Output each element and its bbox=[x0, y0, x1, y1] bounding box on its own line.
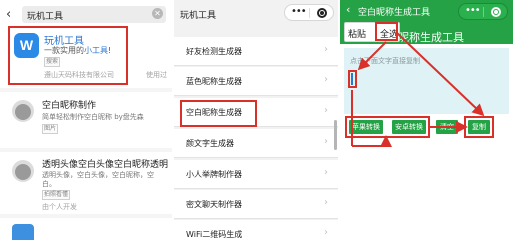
result-avatar-icon bbox=[12, 160, 34, 182]
result-tag: 拍照看懂 bbox=[42, 190, 71, 200]
chevron-right-icon: › bbox=[324, 167, 328, 178]
result-name[interactable]: 空白昵称制作 bbox=[42, 98, 96, 111]
result-app-icon bbox=[12, 224, 34, 240]
result-desc: 透明头像，空白头像，空白昵称，空 bbox=[42, 171, 154, 179]
result-card[interactable]: 空白昵称制作 简单轻松制作空白昵称 by盘先森 图片 bbox=[0, 92, 172, 148]
result-avatar-icon bbox=[12, 100, 34, 122]
arrow-to-cursor bbox=[357, 41, 387, 71]
generator-panel: ‹ 空白昵称生成工具 ••• 昵称生成工具 粘贴 全选 点击下面文字直接复制 苹… bbox=[340, 0, 513, 240]
result-card[interactable]: 透明头像空白头像空白昵称透明 透明头像，空白头像，空白昵称，空 白。 拍照看懂 … bbox=[0, 152, 172, 214]
capsule-divider bbox=[309, 8, 310, 18]
scrollbar[interactable] bbox=[334, 120, 337, 150]
list-item[interactable]: 颜文字生成器 › bbox=[174, 129, 338, 158]
list-item-label: 小人举牌制作器 bbox=[186, 170, 242, 179]
search-input[interactable]: 玩机工具 ✕ bbox=[22, 6, 166, 23]
list-item[interactable]: 好友检测生成器 › bbox=[174, 37, 338, 66]
tool-list-panel: 玩机工具 ••• 好友检测生成器 › 蓝色昵称生成器 › 空白昵称生成器 › 颜… bbox=[174, 0, 338, 240]
chevron-right-icon: › bbox=[324, 136, 328, 147]
list-item-label: 好友检测生成器 bbox=[186, 47, 242, 56]
chevron-right-icon: › bbox=[324, 227, 328, 238]
list-item[interactable]: WiFi二维码生成 › bbox=[174, 220, 338, 240]
result-tag: 图片 bbox=[42, 124, 59, 134]
top-result-used-label: 使用过 bbox=[146, 71, 167, 79]
annotation-arrows bbox=[351, 31, 485, 147]
arrow-select-all-to-copy bbox=[395, 31, 485, 117]
chevron-right-icon: › bbox=[324, 197, 328, 208]
highlight-box-blank-nickname bbox=[180, 100, 257, 127]
result-card[interactable] bbox=[0, 218, 172, 240]
list-item-label: 密文聊天制作器 bbox=[186, 200, 242, 209]
list-item[interactable]: 密文聊天制作器 › bbox=[174, 190, 338, 219]
result-desc: 简单轻松制作空白昵称 by盘先森 bbox=[42, 113, 144, 121]
result-desc-line2: 白。 bbox=[42, 180, 56, 188]
chevron-right-icon: › bbox=[324, 105, 328, 116]
miniprogram-capsule: ••• bbox=[284, 4, 334, 21]
tool-list: 好友检测生成器 › 蓝色昵称生成器 › 空白昵称生成器 › 颜文字生成器 › 小… bbox=[174, 30, 338, 240]
search-query-text: 玩机工具 bbox=[27, 12, 64, 22]
result-name[interactable]: 透明头像空白头像空白昵称透明 bbox=[42, 157, 168, 170]
more-dots-icon[interactable]: ••• bbox=[291, 6, 307, 18]
clear-icon[interactable]: ✕ bbox=[152, 8, 163, 19]
back-icon[interactable]: ‹ bbox=[6, 7, 11, 22]
result-owner: 由个人开发 bbox=[42, 203, 77, 211]
list-item-label: 蓝色昵称生成器 bbox=[186, 77, 242, 86]
list-item-label: WiFi二维码生成 bbox=[186, 230, 243, 239]
search-results-panel: ‹ 玩机工具 ✕ W 玩机工具 一款实用的小工具! 搜索 遵山天码科技有限公司 … bbox=[0, 0, 172, 240]
list-item[interactable]: 蓝色昵称生成器 › bbox=[174, 67, 338, 96]
list-item-label: 颜文字生成器 bbox=[186, 139, 234, 148]
highlight-box-top-result bbox=[8, 26, 128, 85]
chevron-right-icon: › bbox=[324, 74, 328, 85]
chevron-right-icon: › bbox=[324, 44, 328, 55]
list-item[interactable]: 小人举牌制作器 › bbox=[174, 160, 338, 189]
list-title: 玩机工具 bbox=[180, 11, 217, 21]
list-header: 玩机工具 ••• bbox=[174, 0, 338, 30]
close-target-icon[interactable] bbox=[317, 8, 327, 18]
